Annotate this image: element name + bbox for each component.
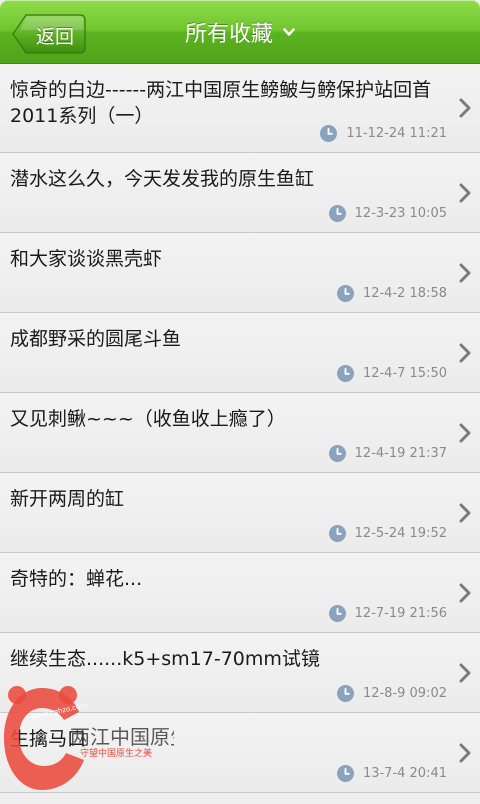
chevron-right-icon bbox=[459, 343, 471, 363]
clock-icon bbox=[328, 525, 346, 542]
back-button-label: 返回 bbox=[36, 26, 75, 48]
list-item-timestamp: 12-4-19 21:37 bbox=[328, 445, 447, 462]
list-item-time-text: 12-3-23 10:05 bbox=[354, 206, 447, 221]
list-item-time-text: 12-4-2 18:58 bbox=[362, 286, 447, 301]
list-item[interactable]: 惊奇的白边------两江中国原生鳑鲏与鳑保护站回首2011系列（一） 11-12… bbox=[0, 64, 480, 153]
list-item-timestamp: 12-8-9 09:02 bbox=[336, 685, 447, 702]
chevron-right-icon bbox=[459, 583, 471, 603]
clock-icon bbox=[336, 685, 354, 702]
list-item[interactable]: 新开两周的缸 12-5-24 19:52 bbox=[0, 473, 480, 553]
list-item[interactable]: 奇特的：蝉花... 12-7-19 21:56 bbox=[0, 553, 480, 633]
list-item-title: 和大家谈谈黑壳虾 bbox=[10, 248, 163, 270]
chevron-right-icon bbox=[459, 183, 471, 203]
list-item-time-text: 12-8-9 09:02 bbox=[362, 686, 447, 701]
clock-icon bbox=[336, 365, 354, 382]
chevron-right-icon bbox=[459, 503, 471, 523]
clock-icon bbox=[328, 445, 346, 462]
list-item-timestamp: 12-3-23 10:05 bbox=[328, 205, 447, 222]
list-item-time-text: 12-5-24 19:52 bbox=[354, 526, 447, 541]
page-title: 所有收藏 bbox=[184, 22, 273, 47]
chevron-right-icon bbox=[459, 663, 471, 683]
list-item[interactable]: 生擒马口 13-7-4 20:41 bbox=[0, 713, 480, 793]
clock-icon bbox=[328, 605, 346, 622]
favorites-list: 惊奇的白边------两江中国原生鳑鲏与鳑保护站回首2011系列（一） 11-12… bbox=[0, 64, 480, 793]
clock-icon bbox=[336, 765, 354, 782]
list-item-time-text: 13-7-4 20:41 bbox=[362, 766, 447, 781]
list-item-title: 潜水这么久，今天发发我的原生鱼缸 bbox=[10, 168, 315, 190]
list-item-timestamp: 11-12-24 11:21 bbox=[320, 125, 447, 142]
list-item[interactable]: 和大家谈谈黑壳虾 12-4-2 18:58 bbox=[0, 233, 480, 313]
list-item-title: 惊奇的白边------两江中国原生鳑鲏与鳑保护站回首2011系列（一） bbox=[10, 79, 432, 127]
list-item-title: 奇特的：蝉花... bbox=[10, 568, 143, 590]
list-item-timestamp: 12-7-19 21:56 bbox=[328, 605, 447, 622]
list-item-timestamp: 12-4-2 18:58 bbox=[336, 285, 447, 302]
back-button[interactable]: 返回 bbox=[12, 14, 86, 54]
clock-icon bbox=[320, 125, 338, 142]
list-item-timestamp: 12-5-24 19:52 bbox=[328, 525, 447, 542]
app-header: 返回 所有收藏 bbox=[0, 0, 480, 64]
list-item-title: 生擒马口 bbox=[10, 728, 87, 750]
list-item-title: 又见刺鳅~~~（收鱼收上瘾了） bbox=[10, 408, 286, 430]
list-item[interactable]: 潜水这么久，今天发发我的原生鱼缸 12-3-23 10:05 bbox=[0, 153, 480, 233]
list-item-title: 继续生态......k5+sm17-70mm试镜 bbox=[10, 648, 320, 670]
list-item-time-text: 12-7-19 21:56 bbox=[354, 606, 447, 621]
list-item[interactable]: 又见刺鳅~~~（收鱼收上瘾了） 12-4-19 21:37 bbox=[0, 393, 480, 473]
chevron-right-icon bbox=[459, 263, 471, 283]
clock-icon bbox=[336, 285, 354, 302]
list-item-timestamp: 13-7-4 20:41 bbox=[336, 765, 447, 782]
list-item-time-text: 12-4-7 15:50 bbox=[362, 366, 447, 381]
list-item[interactable]: 成都野采的圆尾斗鱼 12-4-7 15:50 bbox=[0, 313, 480, 393]
chevron-right-icon bbox=[459, 98, 471, 118]
list-item-title: 新开两周的缸 bbox=[10, 488, 125, 510]
chevron-right-icon bbox=[459, 743, 471, 763]
chevron-right-icon bbox=[459, 423, 471, 443]
list-item-time-text: 12-4-19 21:37 bbox=[354, 446, 447, 461]
clock-icon bbox=[328, 205, 346, 222]
list-item[interactable]: 继续生态......k5+sm17-70mm试镜 12-8-9 09:02 bbox=[0, 633, 480, 713]
page-title-dropdown[interactable]: 所有收藏 bbox=[185, 16, 295, 48]
list-item-timestamp: 12-4-7 15:50 bbox=[336, 365, 447, 382]
list-item-title: 成都野采的圆尾斗鱼 bbox=[10, 328, 182, 350]
list-item-time-text: 11-12-24 11:21 bbox=[346, 126, 447, 141]
chevron-down-icon bbox=[283, 18, 295, 43]
